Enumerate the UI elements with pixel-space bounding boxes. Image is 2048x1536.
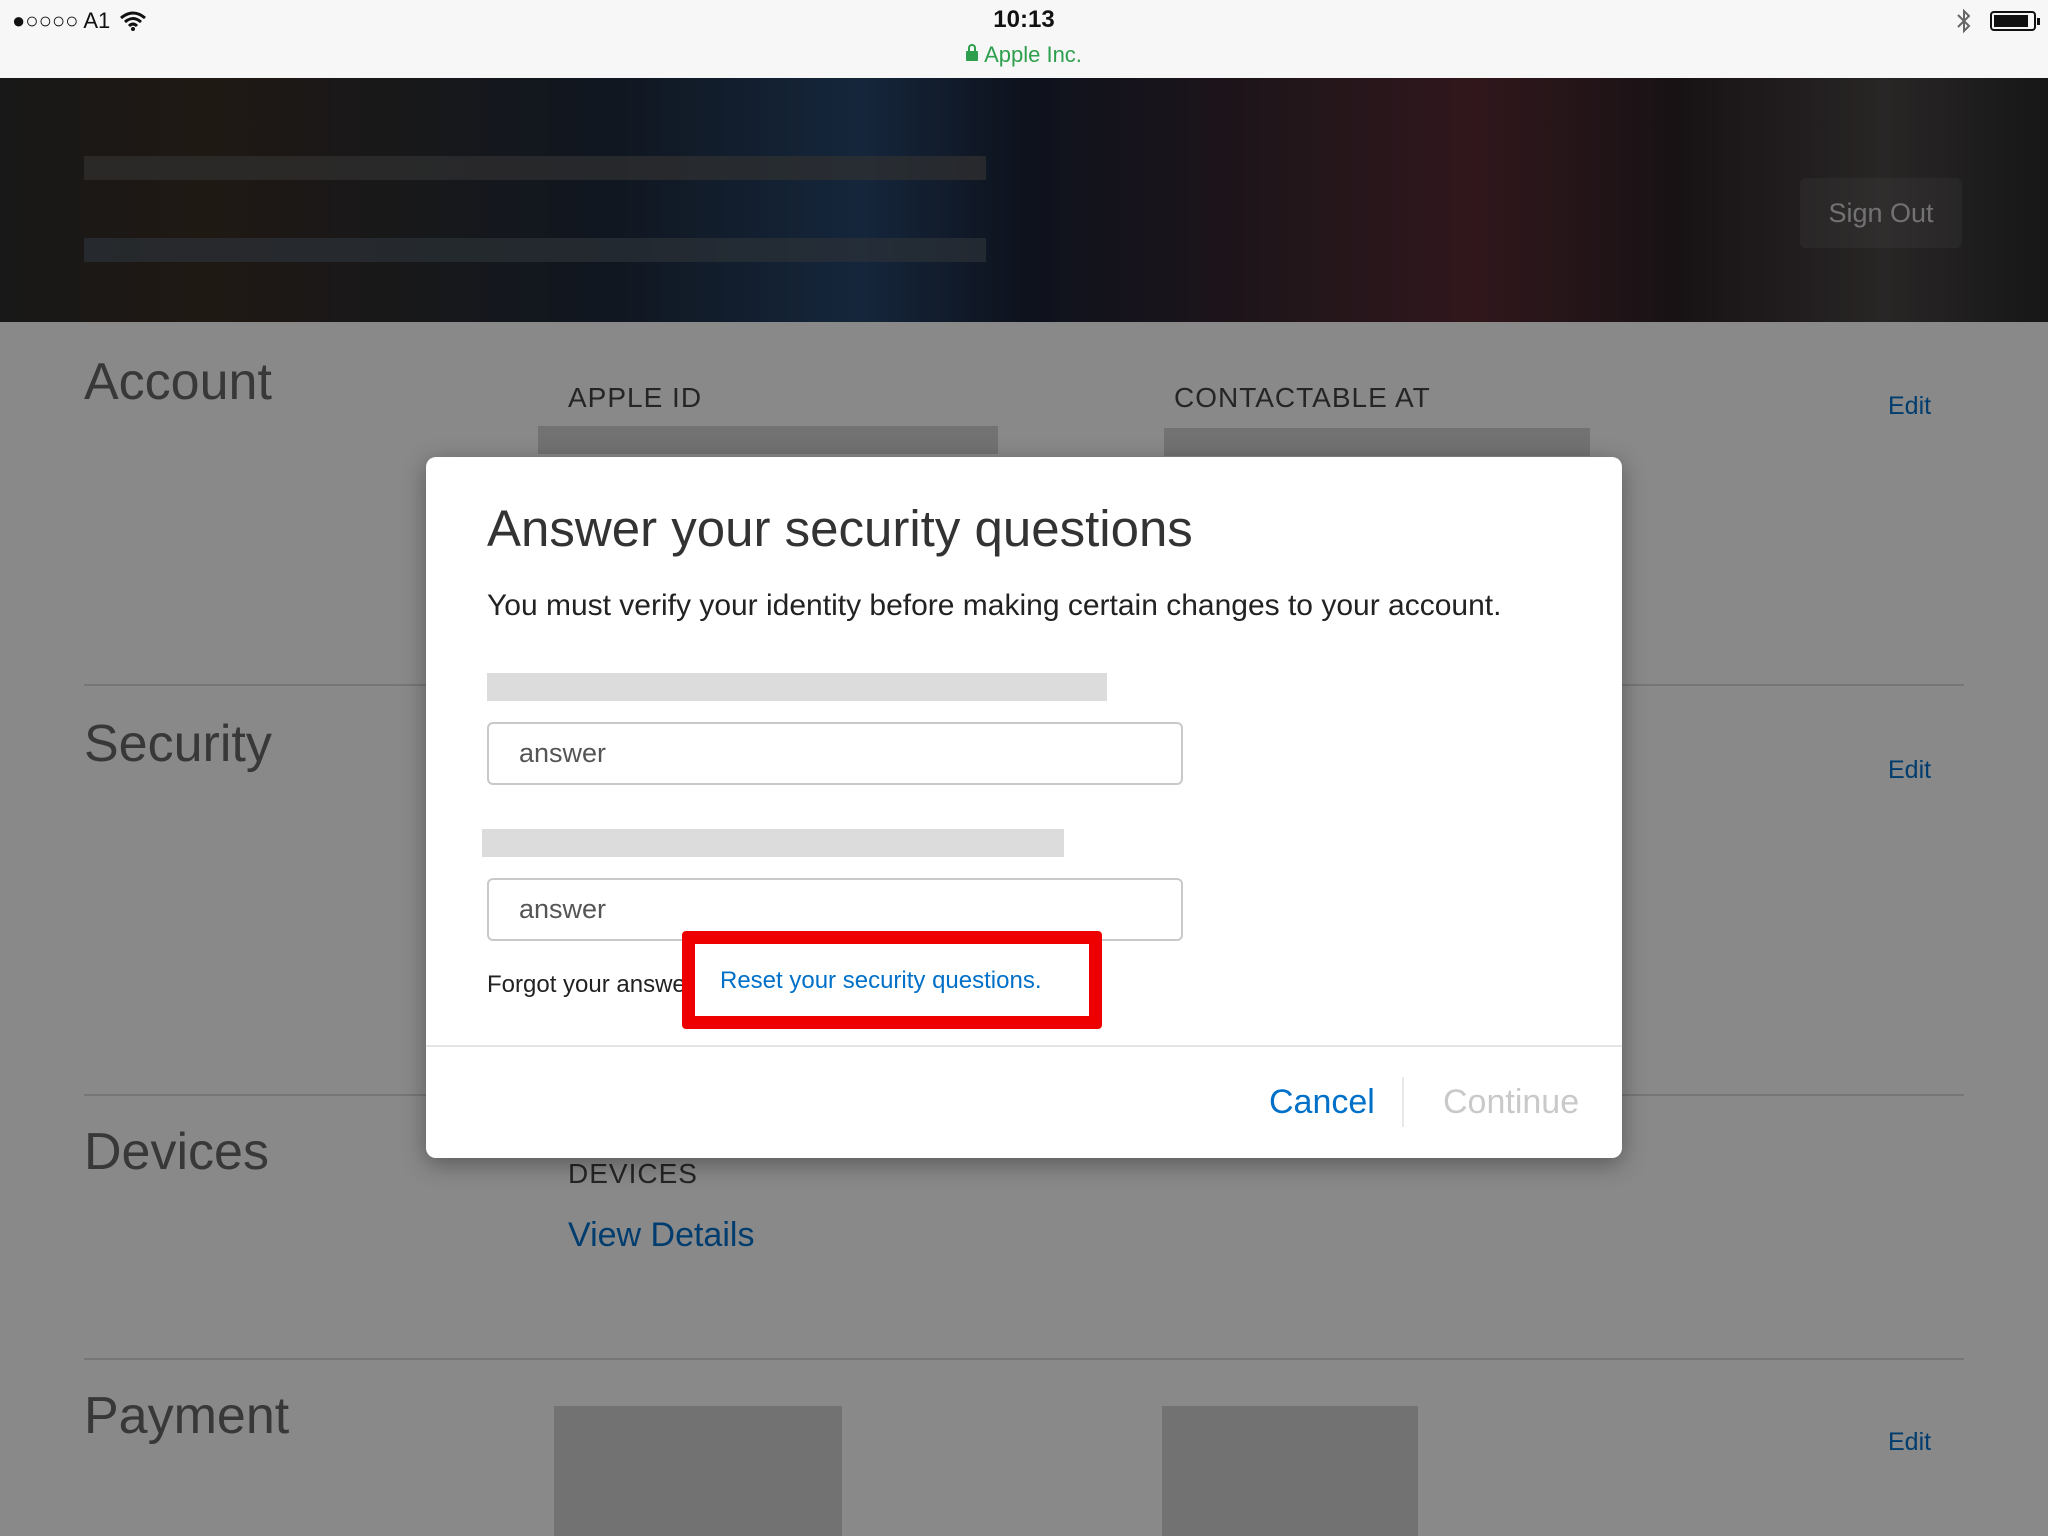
dialog-footer: Cancel Continue bbox=[426, 1045, 1622, 1158]
reset-security-questions-link[interactable]: Reset your security questions. bbox=[720, 967, 1041, 995]
footer-separator bbox=[1402, 1077, 1404, 1127]
security-questions-dialog: Answer your security questions You must … bbox=[426, 457, 1622, 1158]
redacted-question-1 bbox=[487, 673, 1107, 701]
continue-button[interactable]: Continue bbox=[1443, 1083, 1579, 1122]
status-right bbox=[1956, 8, 2040, 34]
bluetooth-icon bbox=[1957, 8, 1971, 34]
dialog-subtitle: You must verify your identity before mak… bbox=[487, 589, 1502, 622]
cancel-button[interactable]: Cancel bbox=[1269, 1083, 1375, 1122]
site-name: Apple Inc. bbox=[984, 42, 1082, 67]
status-bar: ●○○○○ A1 10:13 Apple Inc. bbox=[0, 0, 2048, 78]
redacted-question-2 bbox=[482, 829, 1064, 857]
status-time: 10:13 bbox=[993, 6, 1055, 33]
lock-icon bbox=[966, 44, 979, 62]
dialog-title: Answer your security questions bbox=[487, 500, 1193, 557]
secure-site-indicator[interactable]: Apple Inc. bbox=[0, 42, 2048, 68]
answer-1-input[interactable]: answer bbox=[487, 722, 1183, 785]
battery-icon bbox=[1990, 11, 2040, 31]
